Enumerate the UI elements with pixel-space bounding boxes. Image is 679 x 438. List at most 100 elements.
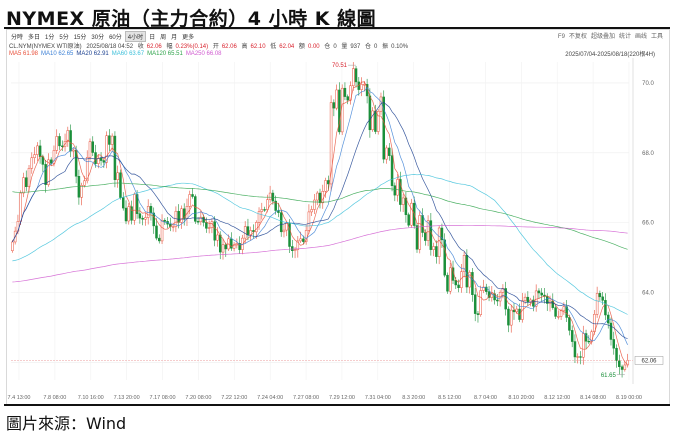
candle-body: [160, 220, 164, 242]
candle-body: [429, 220, 433, 250]
candle-body: [346, 96, 349, 101]
candle-body: [396, 179, 399, 196]
candle-body: [318, 192, 322, 204]
candle-body: [449, 267, 452, 292]
x-tick-label: 7.29 12:00: [329, 395, 355, 401]
candle-body: [163, 220, 167, 222]
candle-body: [352, 68, 355, 87]
x-tick-label: 8.7 04:00: [474, 395, 497, 401]
x-tick-label: 8.3 20:00: [402, 395, 425, 401]
candle-body: [454, 280, 458, 286]
candle-body: [293, 249, 297, 251]
candle-body: [623, 364, 627, 370]
candle-body: [36, 145, 39, 155]
candle-body: [615, 347, 618, 362]
x-tick-label: 8.5 12:00: [438, 395, 461, 401]
y-tick-label: 64.0: [642, 291, 654, 297]
x-tick-label: 8.14 08:00: [580, 395, 606, 401]
x-tick-label: 7.10 16:00: [78, 395, 104, 401]
candle-body: [116, 172, 119, 181]
candle-body: [291, 246, 294, 251]
candle-body: [152, 212, 155, 227]
candle-body: [218, 234, 222, 253]
source-divider: [4, 404, 670, 406]
candle-body: [171, 226, 175, 228]
candle-body: [58, 136, 61, 147]
candle-body: [263, 209, 266, 211]
candle-body: [410, 202, 413, 226]
candle-body: [598, 293, 602, 298]
y-tick-label: 66.0: [642, 221, 654, 227]
candle-body: [249, 230, 252, 235]
candle-body: [24, 177, 28, 188]
candle-body: [620, 366, 624, 370]
candle-body: [576, 356, 579, 358]
candle-body: [335, 89, 338, 109]
candle-body: [473, 294, 477, 314]
candle-body: [99, 157, 103, 161]
candle-body: [310, 209, 313, 213]
candle-body: [435, 246, 438, 257]
candle-body: [368, 95, 372, 131]
candle-body: [324, 180, 327, 192]
candle-body: [83, 180, 86, 186]
candle-body: [573, 341, 577, 358]
y-tick-label: 70.0: [642, 81, 654, 87]
candle-body: [612, 339, 616, 349]
candle-body: [205, 222, 208, 229]
candle-body: [593, 314, 596, 333]
candle-body: [149, 206, 153, 214]
candle-body: [557, 316, 560, 318]
x-tick-label: 8.19 00:00: [616, 395, 642, 401]
candle-body: [390, 155, 394, 186]
candle-body: [38, 145, 42, 157]
candle-body: [579, 356, 582, 358]
candle-body: [507, 308, 510, 326]
candle-body: [121, 197, 125, 209]
candle-body: [216, 234, 219, 241]
candle-body: [246, 226, 250, 235]
candle-body: [382, 96, 385, 160]
candle-body: [604, 300, 607, 316]
candle-body: [548, 300, 552, 304]
x-tick-label: 7.24 04:00: [257, 395, 283, 401]
x-tick-label: 8.12 12:00: [544, 395, 570, 401]
ma-line-5: [12, 81, 628, 365]
candle-body: [476, 313, 480, 315]
candle-body: [221, 244, 225, 253]
y-tick-label: 68.0: [642, 151, 654, 157]
candle-body: [443, 239, 446, 276]
candle-body: [102, 160, 106, 163]
x-tick-label: 7.8 08:00: [43, 395, 66, 401]
candle-body: [260, 209, 264, 212]
candle-body: [55, 136, 58, 151]
x-tick-label: 7.13 20:00: [114, 395, 140, 401]
candle-body: [562, 306, 566, 312]
candle-body: [465, 254, 469, 288]
candle-body: [421, 215, 424, 233]
candle-body: [307, 211, 311, 231]
candle-body: [207, 227, 211, 229]
candle-body: [80, 185, 83, 198]
candle-body: [124, 207, 128, 222]
candle-body: [393, 185, 397, 196]
candle-body: [424, 232, 427, 241]
candle-body: [363, 84, 366, 86]
candle-body: [388, 147, 391, 156]
candle-body: [554, 307, 557, 317]
candle-body: [529, 299, 532, 302]
candle-body: [11, 241, 14, 251]
candle-body: [360, 84, 363, 90]
candle-body: [509, 309, 513, 326]
source-caption: 圖片來源：Wind: [6, 414, 127, 433]
candle-body: [188, 194, 191, 207]
candle-body: [587, 340, 591, 343]
x-tick-label: 7.31 04:00: [365, 395, 391, 401]
candle-body: [146, 206, 150, 218]
candle-body: [27, 167, 31, 188]
last-price-label: 62.06: [641, 358, 657, 364]
candle-body: [595, 293, 599, 315]
candle-body: [257, 211, 261, 223]
kline-chart-panel: 分時 多日 1分 5分 15分 30分 60分 4小时日周月更多 F9 不复权 超级叠加 统计 画线工…: [6, 29, 670, 405]
candle-body: [418, 215, 422, 250]
